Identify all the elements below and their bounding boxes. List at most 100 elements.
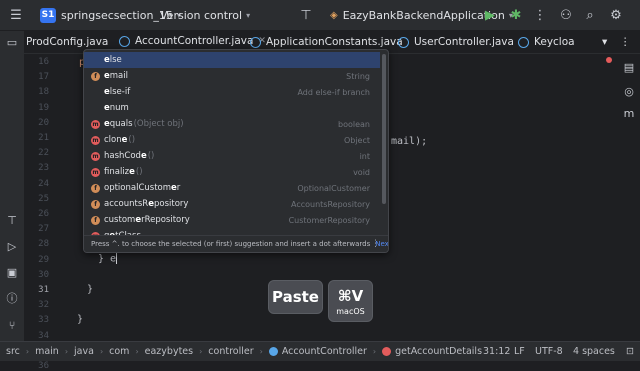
autocomplete-item-type: AccountsRepository xyxy=(290,199,370,209)
search-icon[interactable]: ⌕ xyxy=(582,7,598,23)
method-icon: m xyxy=(91,135,100,145)
line-number: 34 xyxy=(38,330,49,341)
name-rest: mail xyxy=(109,71,128,81)
tab-label: ProdConfig.java xyxy=(26,36,109,48)
field-icon: f xyxy=(91,199,100,209)
name-prefix: optionalCustom xyxy=(104,183,172,193)
name-match: e xyxy=(140,151,147,161)
method-icon: m xyxy=(91,119,100,129)
terminal-icon[interactable]: ▣ xyxy=(5,265,19,279)
field-icon: f xyxy=(91,215,100,225)
more-actions-icon[interactable]: ⋮ xyxy=(532,7,548,23)
breadcrumb-item[interactable]: controller xyxy=(208,346,253,357)
build-icon[interactable]: ⊤ xyxy=(5,213,19,227)
spring-app-icon: ◈ xyxy=(330,9,338,21)
status-bar: src › main › java › com › eazybytes › controller › A… xyxy=(0,341,640,361)
java-class-icon xyxy=(518,36,529,48)
title-bar: ☰ S1 springsecsection_15 ▾ Version contr… xyxy=(0,0,640,31)
vcs-selector[interactable]: Version control ▾ xyxy=(160,0,250,30)
debug-icon[interactable]: ✱ xyxy=(508,7,524,23)
breadcrumb-item[interactable]: com xyxy=(109,346,129,357)
settings-gear-icon[interactable]: ⚙ xyxy=(608,7,624,23)
text-caret xyxy=(116,253,118,264)
project-badge: S1 xyxy=(40,7,56,23)
breadcrumb-item[interactable]: main xyxy=(35,346,59,357)
autocomplete-item[interactable]: m equals (Object obj) boolean xyxy=(84,116,380,132)
tabs-more-icon[interactable]: ⋮ xyxy=(620,31,631,53)
error-indicator-icon[interactable] xyxy=(606,57,612,63)
chevron-down-icon: ▾ xyxy=(246,10,251,20)
tab-keycloak[interactable]: Keycloa xyxy=(518,31,575,53)
database-icon[interactable]: ◎ xyxy=(622,84,636,98)
indent-setting[interactable]: 4 spaces xyxy=(573,342,615,361)
project-name: springsecsection_15 xyxy=(61,8,173,22)
autocomplete-item[interactable]: f optionalCustomer OptionalCustomer xyxy=(84,180,380,196)
autocomplete-item[interactable]: m clone() Object xyxy=(84,132,380,148)
breadcrumb-item[interactable]: java xyxy=(74,346,94,357)
current-code-line[interactable]: } e xyxy=(98,253,118,265)
chevron-right-icon: › xyxy=(135,347,139,356)
line-ending[interactable]: LF xyxy=(514,342,525,361)
autocomplete-item[interactable]: f customerRepository CustomerRepository xyxy=(84,212,380,228)
autocomplete-item-name: finalize xyxy=(104,167,135,177)
autocomplete-item-type: void xyxy=(353,167,370,177)
autocomplete-item-type: String xyxy=(346,71,370,81)
file-encoding[interactable]: UTF-8 xyxy=(535,342,563,361)
autocomplete-item[interactable]: m finalize() void xyxy=(84,164,380,180)
autocomplete-item-type: Object xyxy=(343,135,370,145)
tabs-overflow-chevron-icon[interactable]: ▾ xyxy=(602,31,607,53)
autocomplete-item-type: boolean xyxy=(338,119,370,129)
autocomplete-item-name: else xyxy=(104,55,122,65)
notifications-icon[interactable]: ▤ xyxy=(622,60,636,74)
breadcrumb-item[interactable]: src xyxy=(6,346,20,357)
name-rest: lse xyxy=(109,55,122,65)
breadcrumb: src › main › java › com › eazybytes › controller › A… xyxy=(6,342,482,361)
run-tool-icon[interactable]: ▷ xyxy=(5,239,19,253)
autocomplete-item[interactable]: else-if Add else-if branch xyxy=(84,84,380,100)
code-fragment: } xyxy=(77,314,84,325)
build-hammer-icon[interactable]: ⊤ xyxy=(298,7,314,23)
line-number: 25 xyxy=(38,193,49,204)
git-icon[interactable]: ⑂ xyxy=(5,318,19,332)
chevron-right-icon: › xyxy=(99,347,104,356)
tab-label: ApplicationConstants.java xyxy=(266,36,403,48)
breadcrumb-item[interactable]: AccountController xyxy=(282,346,367,357)
maven-icon[interactable]: m xyxy=(622,106,636,120)
tab-usercontroller[interactable]: UserController.java xyxy=(398,31,514,53)
autocomplete-item[interactable]: f email String xyxy=(84,68,380,84)
more-options-icon[interactable]: ⋮ xyxy=(371,239,380,249)
method-icon: m xyxy=(91,167,100,177)
java-class-icon xyxy=(250,36,261,48)
popup-scrollbar[interactable] xyxy=(382,54,386,204)
code-fragment: } xyxy=(87,284,94,295)
autocomplete-item-name: customerRepository xyxy=(104,215,190,225)
class-icon xyxy=(268,347,278,356)
autocomplete-item[interactable]: f accountsRepository AccountsRepository xyxy=(84,196,380,212)
shortcut-label: ⌘V xyxy=(337,286,364,305)
method-icon: m xyxy=(91,151,100,161)
line-number: 31 xyxy=(38,285,49,295)
project-folder-icon[interactable]: ▭ xyxy=(5,35,19,49)
add-user-icon[interactable]: ⚇ xyxy=(558,7,574,23)
autocomplete-item[interactable]: enum xyxy=(84,100,380,116)
line-number: 30 xyxy=(38,269,49,280)
field-icon: f xyxy=(91,183,100,193)
name-rest: quals xyxy=(109,119,133,129)
main-menu-icon[interactable]: ☰ xyxy=(8,7,24,23)
autocomplete-item-name: email xyxy=(104,71,128,81)
keyword-icon xyxy=(91,56,100,65)
breadcrumb-item[interactable]: eazybytes xyxy=(145,346,193,357)
autocomplete-popup: else f email String else-if Add else-if branc… xyxy=(83,49,389,253)
lock-icon[interactable]: ⊡ xyxy=(626,342,634,361)
line-number: 33 xyxy=(38,315,49,326)
left-tool-bar: ▭ ⊤ ▷ ▣ ⓘ ⑂ xyxy=(0,31,25,341)
problems-icon[interactable]: ⓘ xyxy=(5,291,19,305)
autocomplete-item[interactable]: m hashCode() int xyxy=(84,148,380,164)
autocomplete-item-params: (Object obj) xyxy=(133,119,184,129)
breadcrumb-item[interactable]: getAccountDetails xyxy=(395,346,482,357)
run-icon[interactable]: ▶ xyxy=(482,7,498,23)
autocomplete-item[interactable]: else xyxy=(84,52,380,68)
name-prefix: clon xyxy=(104,135,122,145)
caret-position[interactable]: 31:12 xyxy=(483,342,510,361)
name-rest: r xyxy=(176,183,181,193)
